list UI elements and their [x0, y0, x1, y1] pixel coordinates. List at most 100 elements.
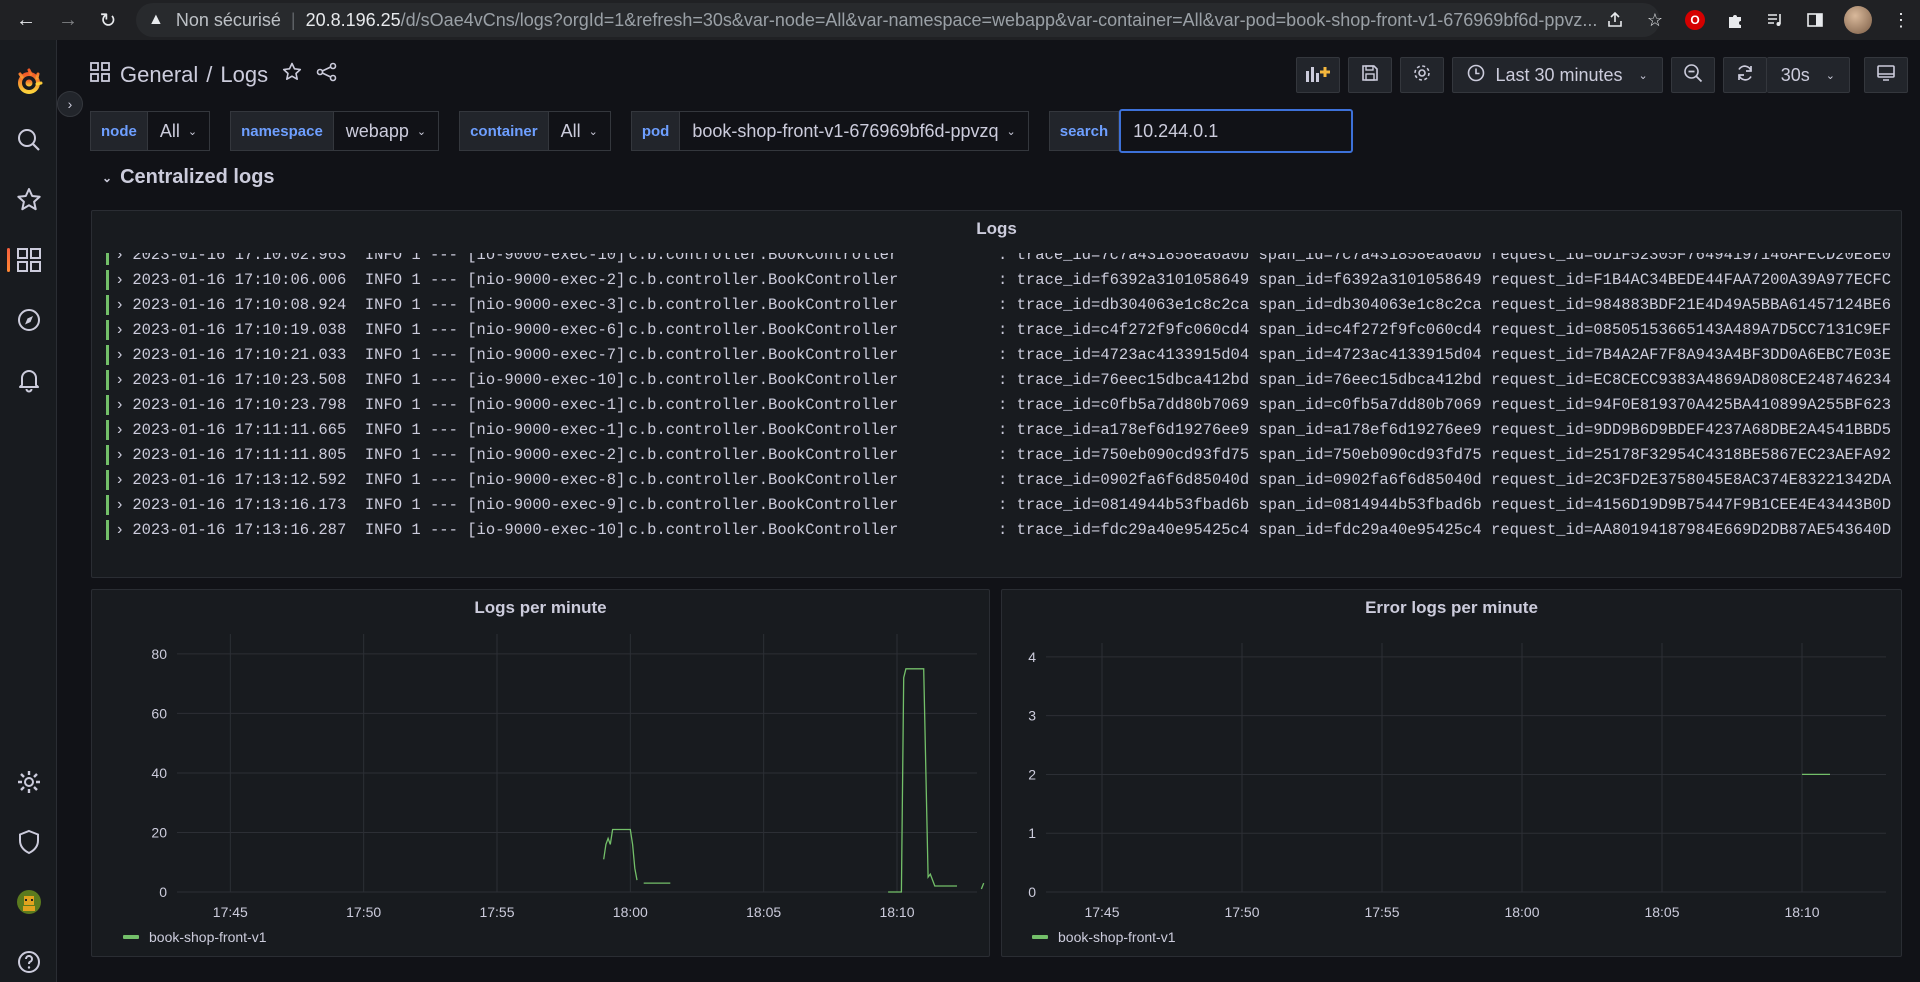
chevron-right-icon[interactable]: ›: [115, 296, 124, 314]
log-space: [1249, 271, 1258, 289]
search-input[interactable]: [1119, 109, 1354, 153]
log-timestamp: 2023-01-16 17:10:23.508: [132, 370, 347, 389]
log-logger: c.b.controller.BookController: [628, 295, 899, 314]
log-space: [1249, 253, 1258, 264]
chevron-right-icon[interactable]: ›: [115, 271, 124, 289]
chevron-right-icon[interactable]: ›: [115, 521, 124, 539]
share-dashboard-icon[interactable]: [316, 62, 338, 88]
variable-select-pod[interactable]: book-shop-front-v1-676969bf6d-ppvzq ⌄: [680, 111, 1029, 151]
address-bar[interactable]: ▲ Non sécurisé | 20.8.196.25/d/sOae4vCns…: [136, 3, 1660, 37]
zoom-out-button[interactable]: [1670, 57, 1715, 93]
log-row[interactable]: › 2023-01-16 17:10:21.033 INFO 1 --- [nio…: [106, 342, 1891, 367]
row-toggle[interactable]: ⌄ Centralized logs: [102, 166, 275, 189]
variable-select-namespace[interactable]: webapp ⌄: [333, 111, 440, 151]
log-row[interactable]: › 2023-01-16 17:10:23.508 INFO 1 --- [io-…: [106, 367, 1891, 392]
log-colon: :: [998, 320, 1017, 339]
more-options-icon[interactable]: ⋮: [1890, 9, 1912, 31]
log-trace-id: trace_id=4723ac4133915d04: [1016, 345, 1250, 364]
dashboards-icon[interactable]: [0, 240, 57, 280]
log-level-indicator: [106, 469, 109, 490]
log-row[interactable]: › 2023-01-16 17:10:06.006 INFO 1 --- [nio…: [106, 267, 1891, 292]
log-row[interactable]: › 2023-01-16 17:13:16.173 INFO 1 --- [nio…: [106, 492, 1891, 517]
y-tick-label: 1: [1028, 825, 1036, 841]
log-row[interactable]: › 2023-01-16 17:10:02.963 INFO 1 --- [io-…: [106, 253, 1891, 267]
refresh-button[interactable]: [1722, 57, 1767, 93]
dashboard-title[interactable]: Logs: [220, 62, 268, 88]
breadcrumb-folder[interactable]: General: [120, 62, 198, 88]
bookmark-star-icon[interactable]: ☆: [1644, 9, 1666, 31]
explore-compass-icon[interactable]: [0, 300, 57, 340]
legend-swatch: [1032, 935, 1048, 939]
variable-select-container[interactable]: All ⌄: [548, 111, 611, 151]
dashboard-toolbar: Last 30 minutes ⌄ 30s ⌄: [1296, 57, 1908, 93]
back-icon[interactable]: ←: [8, 2, 44, 38]
chevron-right-icon[interactable]: ›: [115, 471, 124, 489]
log-row[interactable]: › 2023-01-16 17:13:12.592 INFO 1 --- [nio…: [106, 467, 1891, 492]
puzzle-icon[interactable]: [1724, 9, 1746, 31]
log-timestamp: 2023-01-16 17:10:19.038: [132, 320, 347, 339]
add-panel-button[interactable]: [1296, 57, 1341, 93]
log-space: [402, 421, 411, 439]
variable-value: book-shop-front-v1-676969bf6d-ppvzq: [692, 120, 999, 141]
refresh-interval-button[interactable]: 30s ⌄: [1766, 57, 1850, 93]
log-pid: 1: [411, 320, 421, 339]
search-icon[interactable]: [0, 120, 57, 160]
log-row[interactable]: › 2023-01-16 17:11:11.805 INFO 1 --- [nio…: [106, 442, 1891, 467]
warning-icon: ▲: [148, 11, 164, 28]
side-panel-icon[interactable]: [1804, 9, 1826, 31]
chevron-down-icon: ⌄: [588, 125, 598, 138]
log-row[interactable]: › 2023-01-16 17:13:16.287 INFO 1 --- [io-…: [106, 517, 1891, 542]
log-separator: ---: [420, 445, 468, 464]
browser-toolbar: ← → ↻ ▲ Non sécurisé | 20.8.196.25/d/sOa…: [0, 0, 1920, 40]
log-space: [619, 371, 628, 389]
tv-mode-button[interactable]: [1864, 57, 1908, 93]
server-admin-shield-icon[interactable]: [0, 822, 57, 862]
time-picker-button[interactable]: Last 30 minutes ⌄: [1452, 57, 1663, 93]
dashboard-settings-button[interactable]: [1400, 57, 1445, 93]
log-level: INFO: [364, 320, 403, 339]
logs-per-minute-panel: Logs per minute 0 20 40 60 80 17:45 17:50 17:55…: [91, 589, 990, 957]
log-request-id: request_id=2C3FD2E3758045E8AC374E8322134…: [1491, 470, 1891, 489]
alerting-bell-icon[interactable]: [0, 360, 57, 400]
favorite-star-icon[interactable]: [282, 62, 302, 88]
log-row[interactable]: › 2023-01-16 17:10:23.798 INFO 1 --- [nio…: [106, 392, 1891, 417]
row-title: Centralized logs: [120, 166, 275, 188]
log-pid: 1: [411, 370, 421, 389]
log-level-indicator: [106, 269, 109, 290]
panel-title[interactable]: Logs: [92, 219, 1901, 239]
log-colon: :: [998, 270, 1017, 289]
chevron-right-icon[interactable]: ›: [115, 396, 124, 414]
save-dashboard-button[interactable]: [1348, 57, 1393, 93]
log-row[interactable]: › 2023-01-16 17:10:19.038 INFO 1 --- [nio…: [106, 317, 1891, 342]
log-trace-id: trace_id=f6392a3101058649: [1016, 270, 1250, 289]
user-avatar[interactable]: [0, 882, 57, 922]
x-tick-label: 17:55: [1364, 904, 1399, 920]
chevron-right-icon[interactable]: ›: [115, 446, 124, 464]
opera-extension-icon[interactable]: O: [1684, 9, 1706, 31]
forward-icon[interactable]: →: [50, 2, 86, 38]
y-tick-label: 0: [159, 884, 167, 900]
log-span-id: span_id=0814944b53fbad6b: [1258, 495, 1482, 514]
share-icon[interactable]: [1604, 9, 1626, 31]
log-space: [346, 396, 365, 414]
chevron-right-icon[interactable]: ›: [115, 321, 124, 339]
chevron-right-icon[interactable]: ›: [115, 371, 124, 389]
log-space: [1249, 371, 1258, 389]
log-space: [1249, 296, 1258, 314]
media-icon[interactable]: [1764, 9, 1786, 31]
log-thread: [nio-9000-exec-2]: [467, 445, 626, 464]
reload-icon[interactable]: ↻: [90, 2, 126, 38]
settings-gear-icon[interactable]: [0, 762, 57, 802]
log-row[interactable]: › 2023-01-16 17:10:08.924 INFO 1 --- [nio…: [106, 292, 1891, 317]
profile-avatar[interactable]: [1844, 6, 1872, 34]
help-icon[interactable]: [0, 942, 57, 982]
chevron-right-icon[interactable]: ›: [115, 421, 124, 439]
grafana-logo-icon[interactable]: [0, 62, 57, 102]
variable-select-node[interactable]: All ⌄: [147, 111, 211, 151]
starred-icon[interactable]: [0, 180, 57, 220]
chevron-right-icon[interactable]: ›: [115, 496, 124, 514]
log-row[interactable]: › 2023-01-16 17:11:11.665 INFO 1 --- [nio…: [106, 417, 1891, 442]
log-space: [346, 521, 365, 539]
chevron-right-icon[interactable]: ›: [115, 253, 124, 264]
chevron-right-icon[interactable]: ›: [115, 346, 124, 364]
